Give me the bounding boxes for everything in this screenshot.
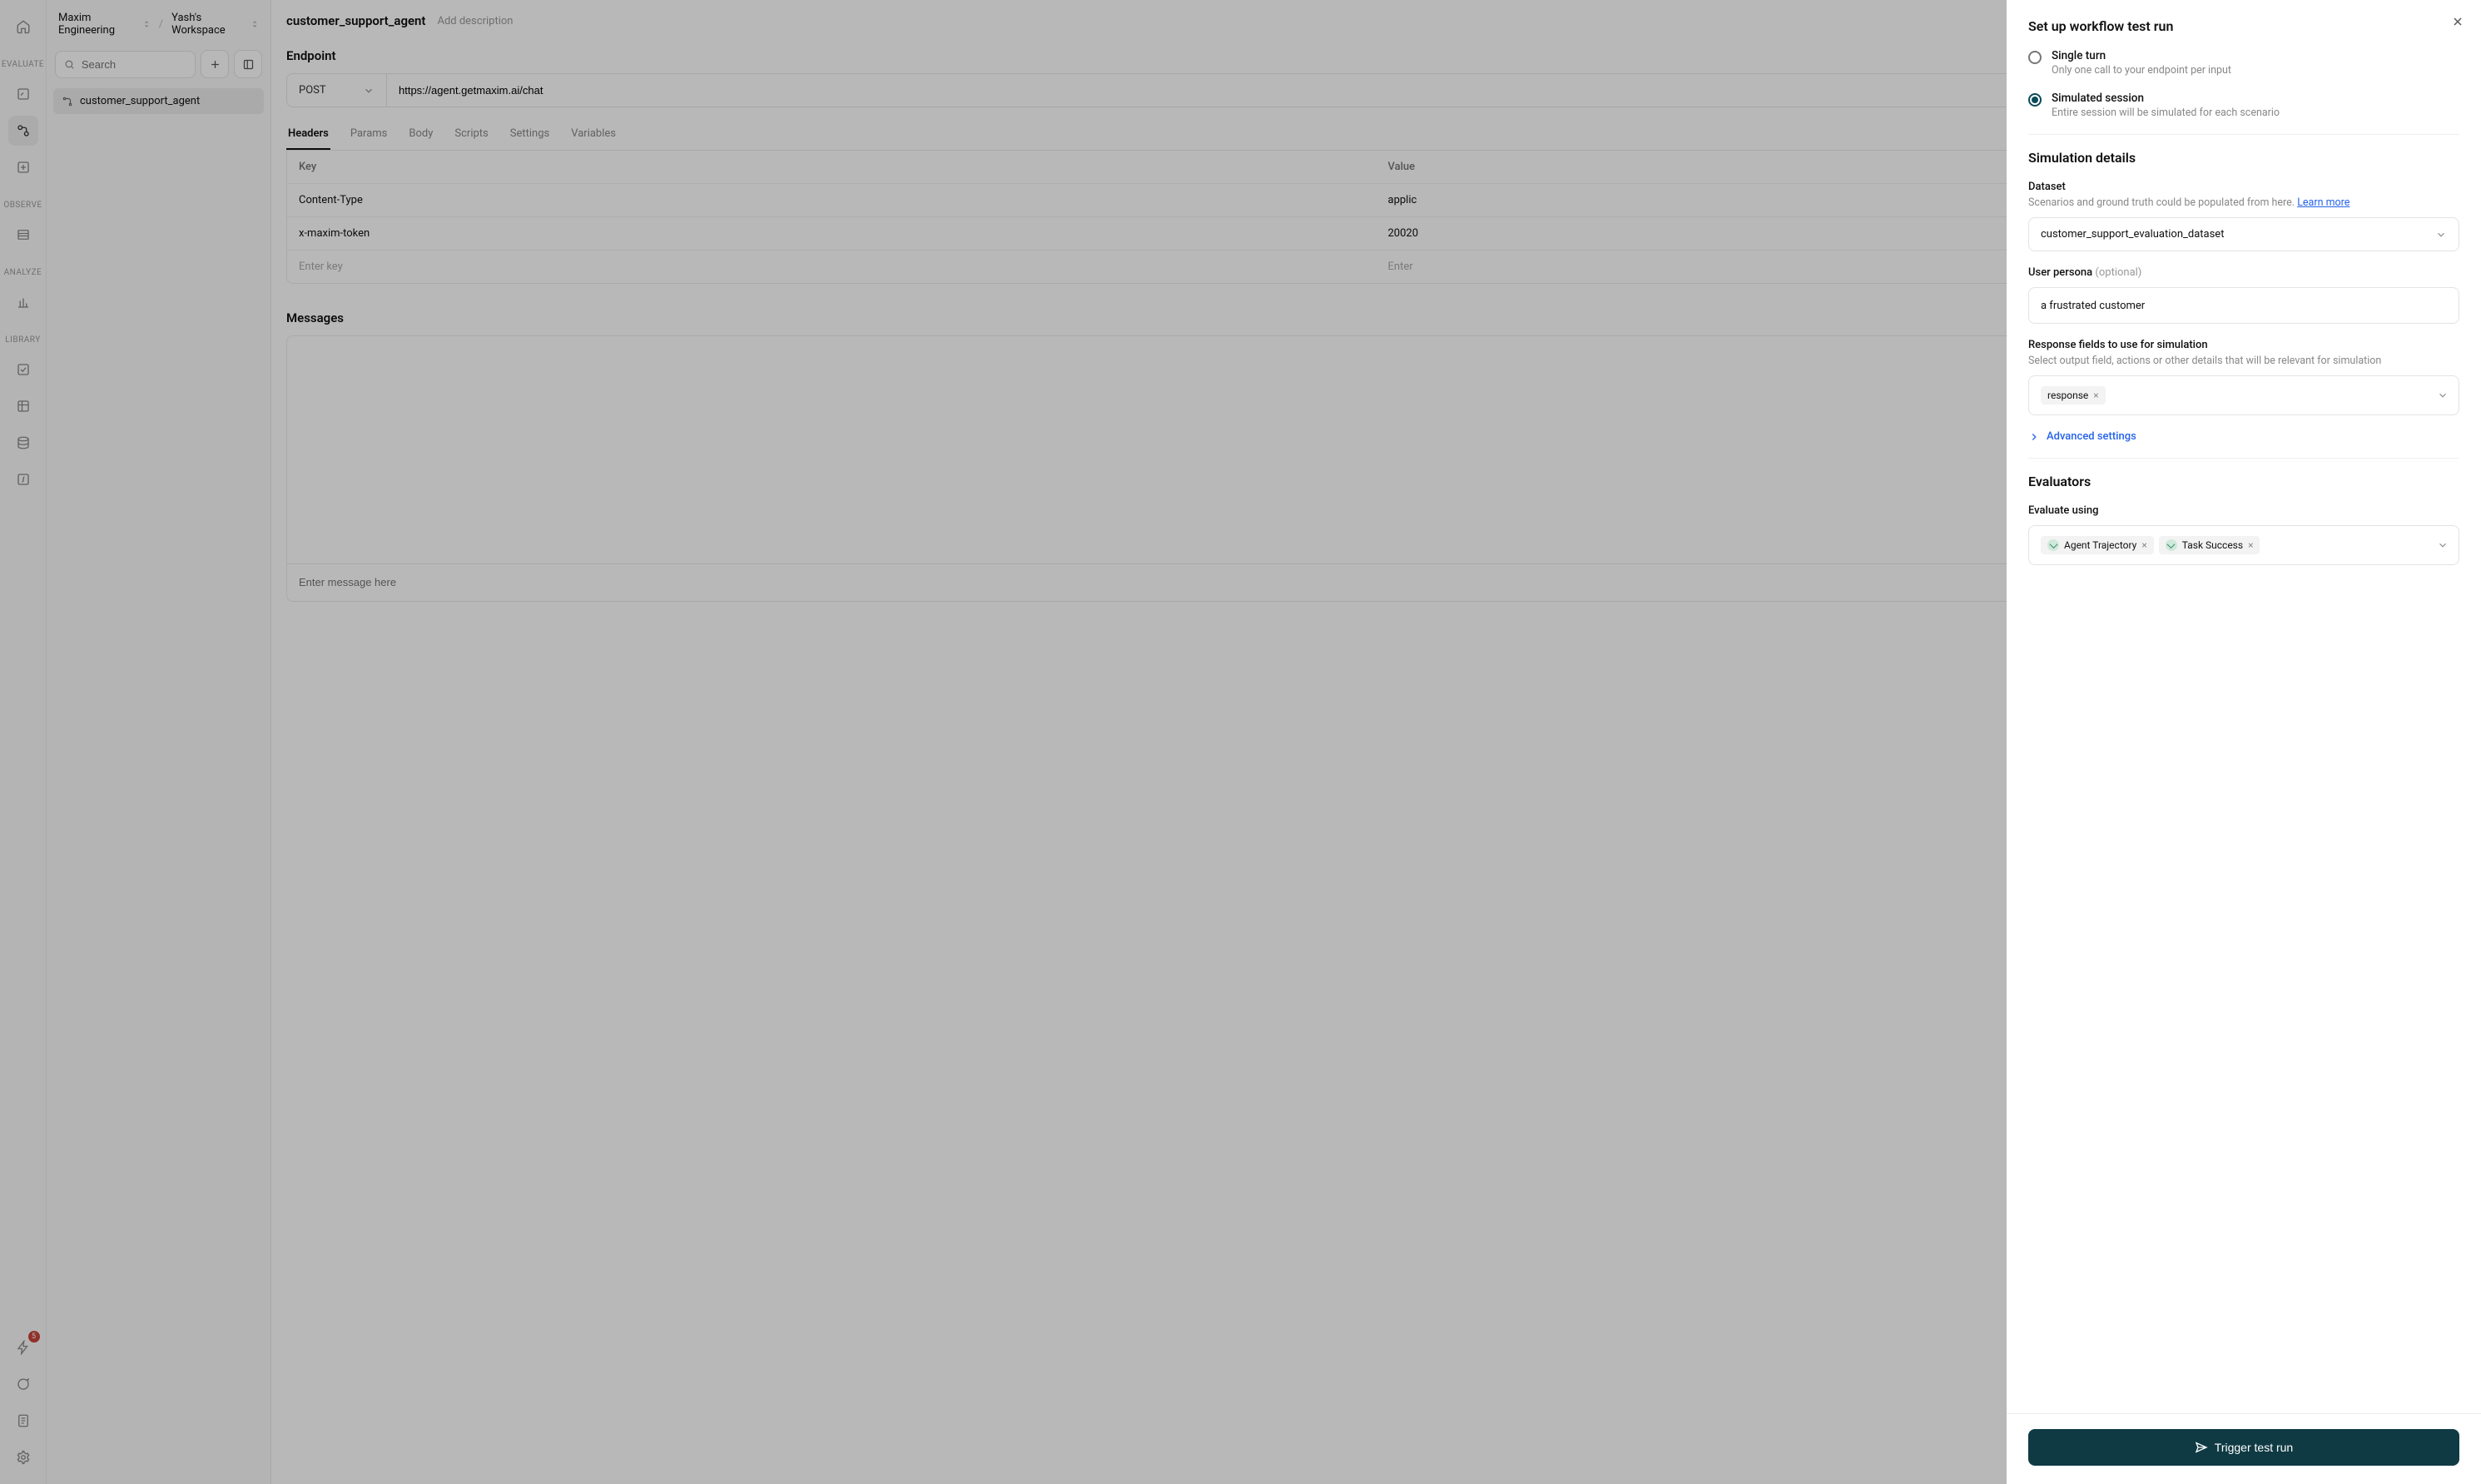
dataset-label: Dataset	[2028, 181, 2459, 193]
check-dot-icon	[2166, 539, 2177, 551]
radio-sub: Only one call to your endpoint per input	[2052, 64, 2231, 77]
advanced-settings-toggle[interactable]: Advanced settings	[2028, 430, 2459, 443]
trigger-button-label: Trigger test run	[2215, 1441, 2293, 1454]
chevron-right-icon	[2028, 431, 2040, 443]
chip-remove-button[interactable]: ×	[2093, 390, 2098, 401]
drawer: Set up workflow test run Single turn Onl…	[2007, 0, 2481, 1484]
dataset-select[interactable]: customer_support_evaluation_dataset	[2028, 217, 2459, 251]
persona-value: a frustrated customer	[2041, 300, 2145, 312]
radio-title: Single turn	[2052, 49, 2231, 62]
advanced-settings-label: Advanced settings	[2047, 430, 2136, 443]
trigger-test-run-button[interactable]: Trigger test run	[2028, 1429, 2459, 1466]
dataset-helper: Scenarios and ground truth could be popu…	[2028, 196, 2459, 209]
evaluate-using-select[interactable]: Agent Trajectory × Task Success ×	[2028, 525, 2459, 565]
chip-remove-button[interactable]: ×	[2248, 539, 2253, 551]
chip: response ×	[2041, 386, 2106, 405]
drawer-title: Set up workflow test run	[2028, 18, 2459, 34]
send-icon	[2195, 1441, 2208, 1454]
learn-more-link[interactable]: Learn more	[2297, 196, 2350, 209]
chevron-down-icon	[2437, 539, 2449, 551]
chip-remove-button[interactable]: ×	[2141, 539, 2146, 551]
chip: Task Success ×	[2159, 536, 2260, 554]
chip: Agent Trajectory ×	[2041, 536, 2154, 554]
chip-label: Agent Trajectory	[2064, 539, 2136, 551]
radio-single-turn[interactable]: Single turn Only one call to your endpoi…	[2028, 49, 2459, 77]
close-button[interactable]	[2451, 15, 2464, 28]
evaluators-title: Evaluators	[2028, 474, 2459, 489]
chip-label: response	[2047, 390, 2088, 401]
persona-input[interactable]: a frustrated customer	[2028, 287, 2459, 324]
radio-icon	[2028, 93, 2042, 107]
radio-simulated-session[interactable]: Simulated session Entire session will be…	[2028, 92, 2459, 119]
radio-icon	[2028, 51, 2042, 64]
response-fields-select[interactable]: response ×	[2028, 375, 2459, 415]
simulation-details-title: Simulation details	[2028, 150, 2459, 166]
check-dot-icon	[2047, 539, 2059, 551]
response-fields-label: Response fields to use for simulation	[2028, 339, 2459, 351]
evaluate-using-label: Evaluate using	[2028, 504, 2459, 517]
radio-title: Simulated session	[2052, 92, 2280, 105]
close-icon	[2451, 15, 2464, 28]
chevron-down-icon	[2437, 390, 2449, 401]
response-fields-helper: Select output field, actions or other de…	[2028, 355, 2459, 367]
dataset-value: customer_support_evaluation_dataset	[2041, 228, 2224, 241]
modal-overlay[interactable]: Set up workflow test run Single turn Onl…	[0, 0, 2481, 1484]
radio-sub: Entire session will be simulated for eac…	[2052, 107, 2280, 119]
persona-label: User persona (optional)	[2028, 266, 2459, 279]
chip-label: Task Success	[2182, 539, 2243, 551]
chevron-down-icon	[2435, 229, 2447, 241]
